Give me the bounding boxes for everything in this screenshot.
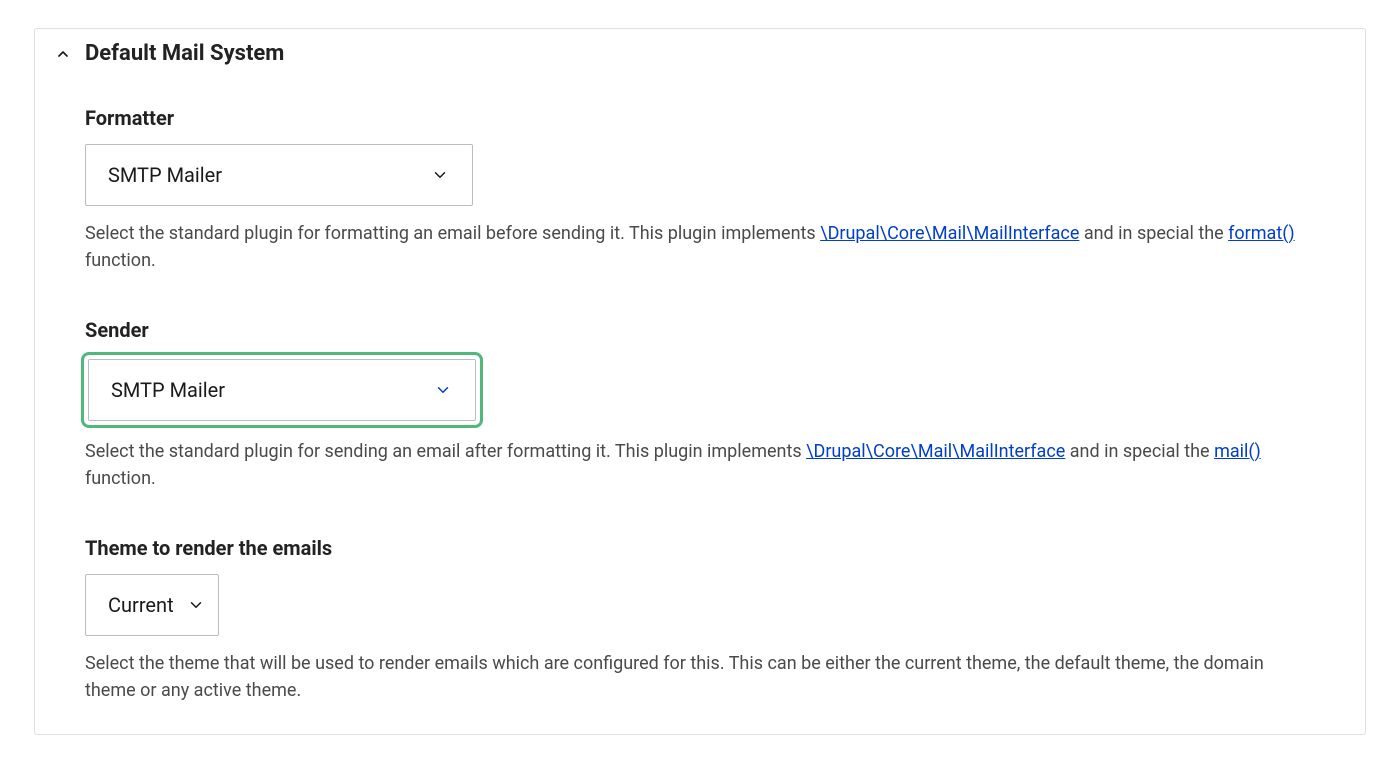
mail-function-link[interactable]: mail() (1214, 441, 1261, 462)
panel-title: Default Mail System (85, 41, 284, 66)
formatter-field: Formatter SMTP Mailer Select the standar… (85, 106, 1315, 274)
sender-select-wrapper: SMTP Mailer (81, 352, 483, 428)
description-text: Select the standard plugin for formattin… (85, 223, 820, 244)
theme-field: Theme to render the emails Current Selec… (85, 536, 1315, 704)
description-text: and in special the (1065, 441, 1214, 462)
panel-content: Formatter SMTP Mailer Select the standar… (35, 76, 1365, 734)
theme-select-wrapper: Current (85, 574, 219, 636)
formatter-description: Select the standard plugin for formattin… (85, 220, 1315, 274)
formatter-label: Formatter (85, 106, 1315, 130)
formatter-select-wrapper: SMTP Mailer (85, 144, 473, 206)
theme-label: Theme to render the emails (85, 536, 1315, 560)
description-text: and in special the (1079, 223, 1228, 244)
panel-summary[interactable]: Default Mail System (35, 29, 1365, 76)
mailinterface-link[interactable]: \Drupal\Core\Mail\MailInterface (806, 441, 1065, 462)
mailinterface-link[interactable]: \Drupal\Core\Mail\MailInterface (820, 223, 1079, 244)
chevron-up-icon (55, 46, 71, 62)
sender-field: Sender SMTP Mailer Select the standard p… (85, 318, 1315, 492)
theme-select[interactable]: Current (85, 574, 219, 636)
sender-label: Sender (85, 318, 1315, 342)
default-mail-system-panel: Default Mail System Formatter SMTP Maile… (34, 28, 1366, 735)
format-function-link[interactable]: format() (1228, 223, 1295, 244)
description-text: Select the standard plugin for sending a… (85, 441, 806, 462)
description-text: function. (85, 468, 156, 489)
description-text: function. (85, 250, 156, 271)
sender-description: Select the standard plugin for sending a… (85, 438, 1315, 492)
formatter-select[interactable]: SMTP Mailer (85, 144, 473, 206)
theme-description: Select the theme that will be used to re… (85, 650, 1315, 704)
sender-select[interactable]: SMTP Mailer (88, 359, 476, 421)
